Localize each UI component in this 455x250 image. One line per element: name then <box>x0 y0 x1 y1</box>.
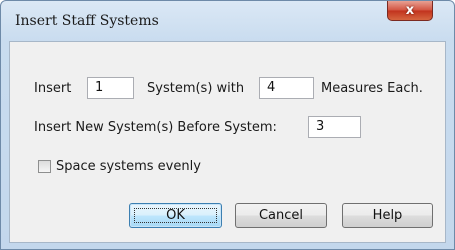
close-button[interactable]: x <box>387 1 433 21</box>
ok-button[interactable]: OK <box>129 203 222 228</box>
insert-before-label: Insert New System(s) Before System: <box>34 120 277 135</box>
insert-label: Insert <box>34 81 72 96</box>
dialog-window: Insert Staff Systems x Insert 1 System(s… <box>0 0 455 250</box>
space-evenly-checkbox[interactable] <box>38 160 51 173</box>
space-evenly-label[interactable]: Space systems evenly <box>56 159 201 174</box>
measures-count-input[interactable]: 4 <box>259 77 314 99</box>
help-button-label: Help <box>372 208 403 223</box>
title-bar[interactable]: Insert Staff Systems x <box>1 1 454 41</box>
measures-each-label: Measures Each. <box>321 81 423 96</box>
systems-with-label: System(s) with <box>147 81 245 96</box>
close-icon: x <box>405 3 415 18</box>
cancel-button[interactable]: Cancel <box>235 203 327 228</box>
focus-ring <box>134 208 217 223</box>
cancel-button-label: Cancel <box>258 208 304 223</box>
before-system-input[interactable]: 3 <box>308 116 361 138</box>
dialog-title: Insert Staff Systems <box>15 13 159 29</box>
help-button[interactable]: Help <box>342 203 433 228</box>
dialog-body: Insert 1 System(s) with 4 Measures Each.… <box>9 41 446 243</box>
systems-count-input[interactable]: 1 <box>87 77 134 99</box>
